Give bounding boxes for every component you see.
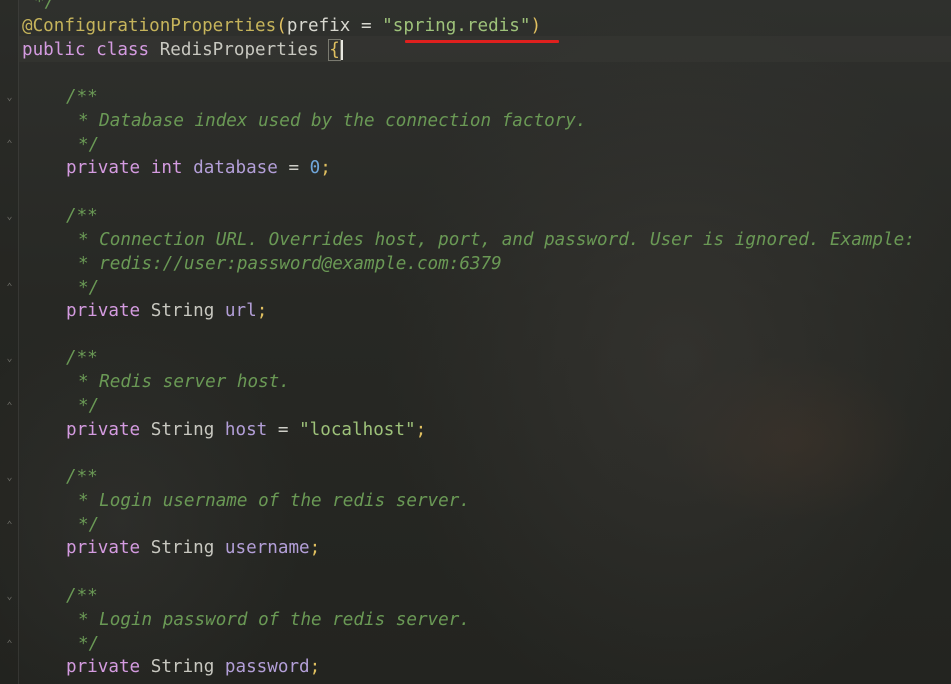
- doc-comment-open: /**: [66, 586, 98, 606]
- doc-comment-text: * Login username of the redis server.: [78, 491, 470, 511]
- field-name: url: [224, 301, 257, 321]
- doc-comment-close: */: [78, 278, 100, 298]
- code-area[interactable]: */ @ConfigurationProperties(prefix = "sp…: [0, 0, 951, 684]
- modifier-keyword: private: [66, 158, 141, 178]
- doc-comment-open: /**: [66, 467, 98, 487]
- modifier-keyword: private: [66, 301, 141, 321]
- field-name: username: [224, 538, 310, 558]
- modifier-keyword: private: [66, 657, 141, 677]
- field-type: String: [150, 301, 215, 321]
- field-declaration[interactable]: private String password;: [66, 655, 320, 679]
- field-declaration[interactable]: private String host = "localhost";: [66, 418, 426, 442]
- field-name: host: [224, 420, 268, 440]
- doc-comment-text: * Login password of the redis server.: [78, 610, 470, 630]
- prefix-value: "spring.redis": [382, 16, 531, 36]
- field-initializer: 0: [309, 158, 321, 178]
- modifier-keyword: private: [66, 420, 141, 440]
- doc-comment-open: /**: [66, 87, 98, 107]
- class-declaration-line[interactable]: public class RedisProperties {: [22, 38, 343, 62]
- doc-comment-text: * Connection URL. Overrides host, port, …: [78, 230, 915, 250]
- annotation-name: @ConfigurationProperties: [22, 16, 277, 36]
- field-type: String: [150, 538, 215, 558]
- equals-sign: =: [350, 16, 383, 36]
- doc-comment-open: /**: [66, 206, 98, 226]
- field-declaration[interactable]: private int database = 0;: [66, 156, 331, 180]
- red-underline-annotation: [405, 40, 559, 43]
- field-type: int: [150, 158, 183, 178]
- text-cursor: [340, 40, 343, 60]
- doc-comment-close: */: [78, 135, 100, 155]
- field-initializer: "localhost": [299, 420, 416, 440]
- comment-end: */: [34, 0, 56, 12]
- field-name: password: [224, 657, 310, 677]
- field-name: database: [193, 158, 278, 178]
- field-declaration[interactable]: private String username;: [66, 536, 320, 560]
- open-brace: {: [328, 39, 341, 61]
- class-name: RedisProperties: [159, 40, 319, 60]
- modifier-keyword: private: [66, 538, 141, 558]
- annotation-attr: prefix: [286, 16, 351, 36]
- public-keyword: public: [22, 40, 86, 60]
- doc-comment-open: /**: [66, 348, 98, 368]
- field-type: String: [150, 657, 215, 677]
- field-declaration[interactable]: private String url;: [66, 299, 267, 323]
- doc-comment-text: * Database index used by the connection …: [78, 111, 587, 131]
- doc-comment-text: * redis://user:password@example.com:6379: [78, 254, 502, 274]
- doc-comment-close: */: [78, 515, 100, 535]
- field-type: String: [150, 420, 215, 440]
- doc-comment-close: */: [78, 634, 100, 654]
- doc-comment-text: * Redis server host.: [78, 372, 290, 392]
- doc-comment-close: */: [78, 396, 100, 416]
- annotation-line[interactable]: @ConfigurationProperties(prefix = "sprin…: [22, 14, 541, 38]
- class-keyword: class: [96, 40, 150, 60]
